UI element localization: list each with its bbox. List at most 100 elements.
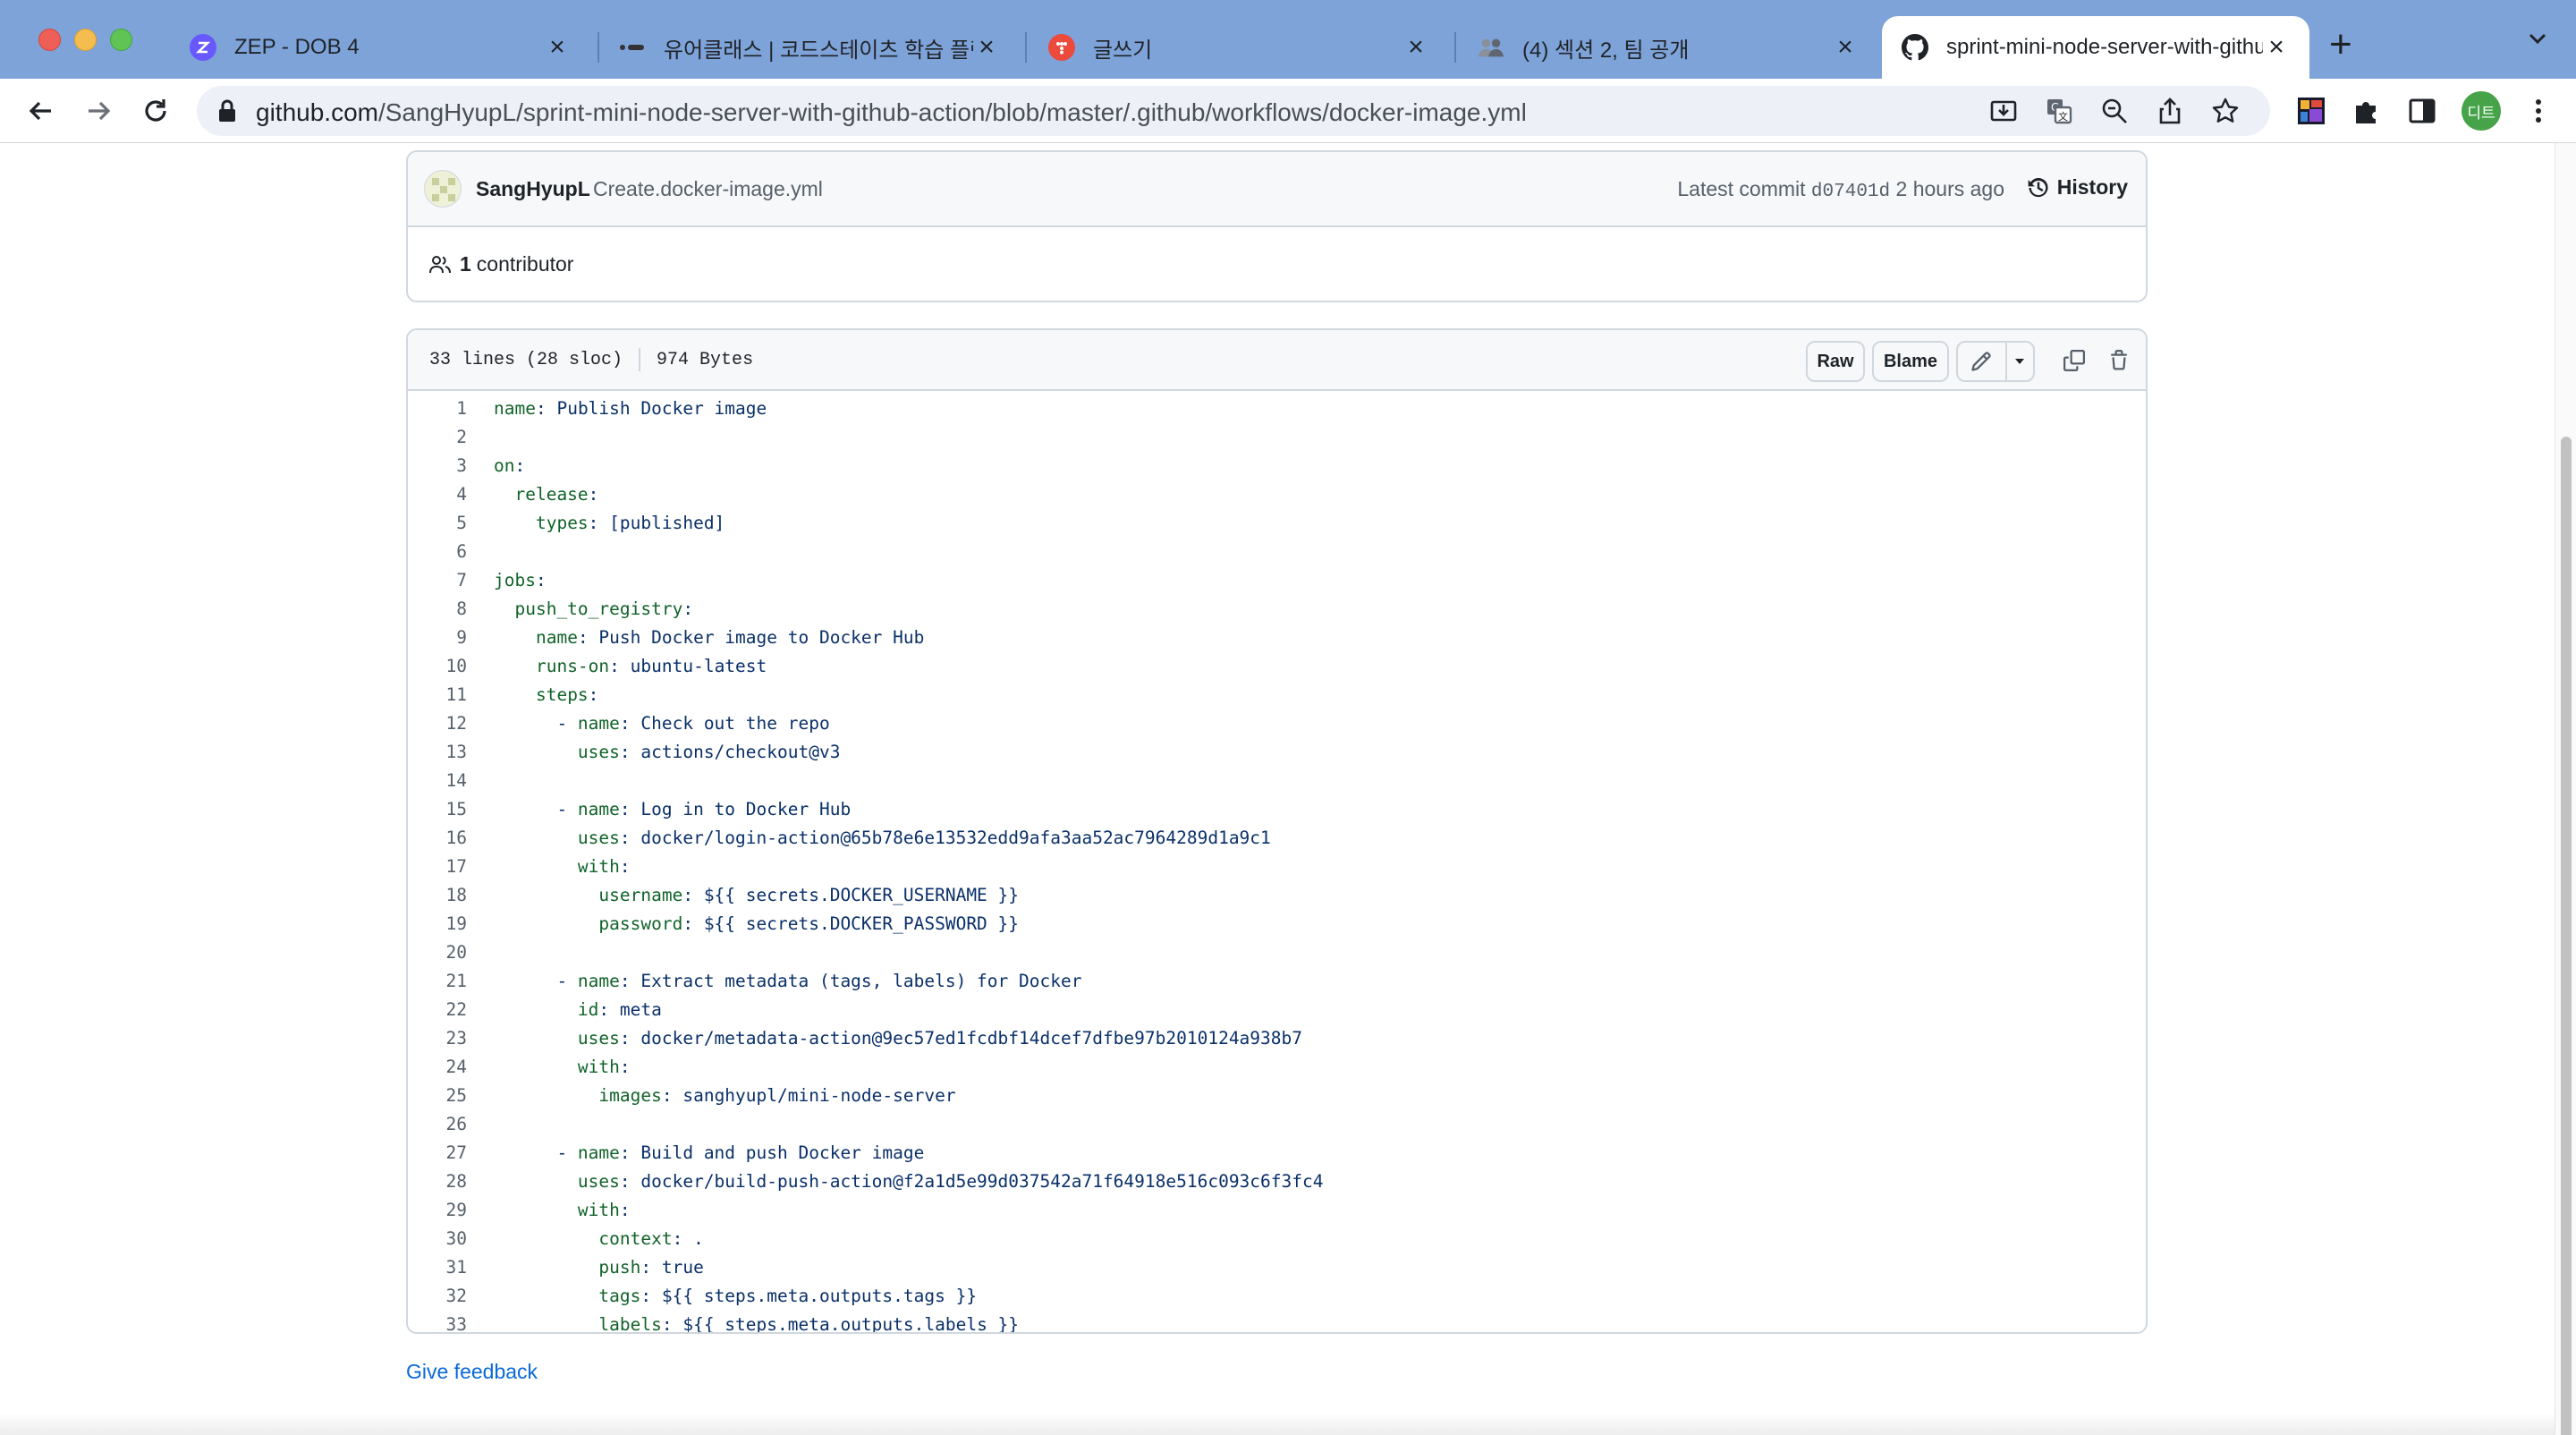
line-number[interactable]: 21 <box>408 967 467 996</box>
yaml-key: with <box>577 1200 620 1220</box>
window-close-button[interactable] <box>38 29 61 51</box>
commit-author-link[interactable]: SangHyupL <box>476 177 590 201</box>
tab-separator <box>1025 32 1027 63</box>
line-number[interactable]: 13 <box>408 738 467 767</box>
line-number[interactable]: 10 <box>408 652 467 681</box>
tab-close-icon[interactable]: × <box>2263 32 2290 63</box>
extensions-puzzle-icon[interactable] <box>2351 95 2383 127</box>
code-text: context: . <box>494 1225 703 1253</box>
blame-button[interactable]: Blame <box>1872 341 1949 382</box>
history-button[interactable]: History <box>2027 175 2128 200</box>
yaml-value: docker/build-push-action@f2a1d5e99d03754… <box>630 1171 1324 1192</box>
scrollbar-thumb[interactable] <box>2561 437 2572 1435</box>
yaml-colon: : <box>640 1257 652 1278</box>
line-number[interactable]: 29 <box>408 1196 467 1225</box>
bookmark-star-icon[interactable] <box>2209 95 2241 127</box>
delete-file-button[interactable] <box>2101 343 2137 378</box>
line-number[interactable]: 4 <box>408 480 467 509</box>
code-line: 16 uses: docker/login-action@65b78e6e135… <box>408 824 2146 853</box>
yaml-colon: : <box>619 1200 631 1220</box>
tab-write[interactable]: 글쓰기 × <box>1029 16 1449 79</box>
tab-close-icon[interactable]: × <box>973 32 1000 63</box>
line-number[interactable]: 8 <box>408 595 467 624</box>
yaml-value: Check out the repo <box>630 713 830 734</box>
line-number[interactable]: 24 <box>408 1053 467 1082</box>
new-tab-button[interactable]: + <box>2329 25 2352 64</box>
address-bar[interactable]: github.com/SangHyupL/sprint-mini-node-se… <box>197 86 2270 136</box>
back-button[interactable] <box>23 93 59 129</box>
line-number[interactable]: 18 <box>408 881 467 910</box>
line-number[interactable]: 2 <box>408 423 467 452</box>
contributors-row[interactable]: 1 contributor <box>429 252 573 276</box>
line-number[interactable]: 30 <box>408 1225 467 1253</box>
line-number[interactable]: 22 <box>408 996 467 1024</box>
line-number[interactable]: 11 <box>408 681 467 709</box>
line-number[interactable]: 12 <box>408 709 467 738</box>
url-path: /SangHyupL/sprint-mini-node-server-with-… <box>377 98 1527 126</box>
url-text[interactable]: github.com/SangHyupL/sprint-mini-node-se… <box>256 98 1527 127</box>
yaml-key: context <box>598 1228 673 1249</box>
line-number[interactable]: 32 <box>408 1282 467 1311</box>
extension-colorful-icon[interactable] <box>2295 95 2327 127</box>
line-number[interactable]: 1 <box>408 395 467 423</box>
line-number[interactable]: 27 <box>408 1139 467 1168</box>
tab-close-icon[interactable]: × <box>1402 32 1429 63</box>
line-number[interactable]: 14 <box>408 767 467 795</box>
code-line: 22 id: meta <box>408 996 2146 1024</box>
install-app-icon[interactable] <box>1987 95 2020 127</box>
share-icon[interactable] <box>2154 95 2186 127</box>
window-minimize-button[interactable] <box>74 29 97 51</box>
tab-search-chevron-icon[interactable] <box>2524 25 2551 52</box>
tab-bar: ZEP - DOB 4 × 유어클래스 | 코드스테이츠 학습 플랫폼 × 글쓰… <box>0 0 2576 79</box>
vertical-scrollbar[interactable] <box>2555 143 2576 1435</box>
raw-button[interactable]: Raw <box>1806 341 1865 382</box>
line-number[interactable]: 26 <box>408 1110 467 1139</box>
line-number[interactable]: 33 <box>408 1311 467 1332</box>
yaml-key: uses <box>577 828 620 848</box>
tab-close-icon[interactable]: × <box>1832 32 1859 63</box>
line-number[interactable]: 17 <box>408 853 467 881</box>
tab-github-active[interactable]: sprint-mini-node-server-with-github-acti… <box>1882 16 2309 79</box>
line-number[interactable]: 5 <box>408 509 467 538</box>
yaml-value: ${{ steps.meta.outputs.tags }} <box>651 1286 978 1306</box>
zoom-icon[interactable] <box>2098 95 2131 127</box>
yaml-colon: : <box>609 656 620 676</box>
copy-raw-button[interactable] <box>2056 343 2092 378</box>
translate-icon[interactable]: G文 <box>2043 95 2075 127</box>
line-number[interactable]: 25 <box>408 1082 467 1110</box>
code-text: uses: docker/build-push-action@f2a1d5e99… <box>494 1168 1324 1196</box>
line-number[interactable]: 16 <box>408 824 467 853</box>
forward-button[interactable] <box>80 93 116 129</box>
line-number[interactable]: 23 <box>408 1024 467 1053</box>
line-number[interactable]: 3 <box>408 452 467 480</box>
reload-button[interactable] <box>138 93 174 129</box>
edit-file-button[interactable] <box>1958 343 2007 380</box>
tab-codestates[interactable]: 유어클래스 | 코드스테이츠 학습 플랫폼 × <box>599 16 1020 79</box>
avatar[interactable] <box>424 170 462 208</box>
profile-avatar[interactable]: 디트 <box>2462 91 2501 131</box>
give-feedback-link[interactable]: Give feedback <box>406 1360 538 1384</box>
line-number[interactable]: 15 <box>408 795 467 824</box>
line-number[interactable]: 31 <box>408 1253 467 1282</box>
tab-team[interactable]: (4) 섹션 2, 팀 공개 × <box>1458 16 1878 79</box>
line-number[interactable]: 19 <box>408 910 467 938</box>
line-number[interactable]: 20 <box>408 938 467 967</box>
yaml-key: username <box>598 885 683 905</box>
yaml-key: jobs <box>494 570 536 590</box>
line-number[interactable]: 6 <box>408 538 467 566</box>
line-number[interactable]: 28 <box>408 1168 467 1196</box>
code-line: 8 push_to_registry: <box>408 595 2146 624</box>
line-number[interactable]: 9 <box>408 624 467 652</box>
commit-sha-link[interactable]: d07401d <box>1811 182 1890 202</box>
side-panel-icon[interactable] <box>2406 95 2438 127</box>
tab-close-icon[interactable]: × <box>544 32 571 63</box>
browser-menu-icon[interactable] <box>2522 95 2555 127</box>
edit-dropdown-button[interactable] <box>2007 343 2033 380</box>
tab-zep[interactable]: ZEP - DOB 4 × <box>170 16 590 79</box>
lock-icon[interactable] <box>211 95 243 127</box>
commit-message-link[interactable]: Create.docker-image.yml <box>593 177 823 201</box>
window-maximize-button[interactable] <box>110 29 132 51</box>
page-content: SangHyupL Create.docker-image.yml Latest… <box>0 143 2555 1435</box>
line-number[interactable]: 7 <box>408 566 467 595</box>
